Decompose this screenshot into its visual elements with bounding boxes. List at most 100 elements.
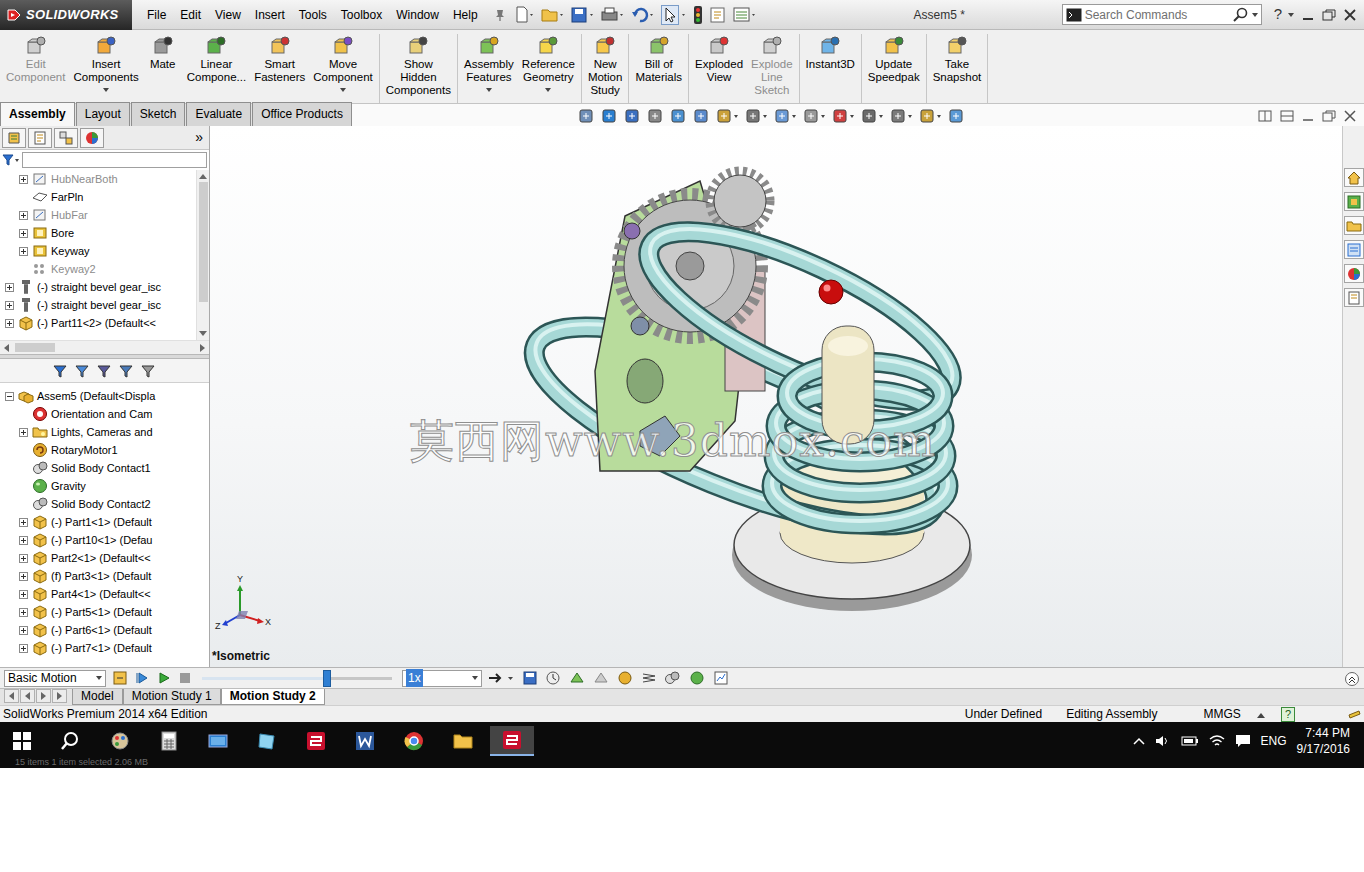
tree-item[interactable]: (-) Part6<1> (Default (0, 621, 209, 639)
speaker-icon[interactable] (1155, 734, 1171, 748)
expand-toggle[interactable] (19, 590, 28, 599)
file-properties-icon[interactable] (709, 6, 727, 24)
tree-item[interactable]: Solid Body Contact2 (0, 495, 209, 513)
section-view-icon[interactable] (693, 108, 711, 124)
tree-item[interactable]: (-) Part1<1> (Default (0, 513, 209, 531)
expand-toggle[interactable] (19, 175, 28, 184)
menu-item[interactable]: Insert (248, 6, 292, 24)
study-tab[interactable]: Motion Study 2 (221, 689, 325, 705)
zoom-icon[interactable] (647, 108, 665, 124)
play-from-start-icon[interactable] (134, 670, 150, 686)
property-manager-tab[interactable] (28, 128, 52, 148)
ribbon-button[interactable]: ReferenceGeometry (518, 34, 579, 103)
custom-properties-tab[interactable] (1344, 288, 1364, 307)
animation-wizard-icon[interactable] (544, 670, 562, 686)
appearance-icon[interactable] (832, 108, 856, 124)
spring-icon[interactable] (640, 670, 658, 686)
new-document-icon[interactable] (513, 6, 535, 24)
appearances-tab[interactable] (1344, 264, 1364, 283)
slider-thumb[interactable] (323, 670, 331, 687)
playback-mode-icon[interactable] (488, 671, 516, 685)
expand-toggle[interactable] (19, 572, 28, 581)
realview-icon[interactable] (919, 108, 943, 124)
dropdown-arrow[interactable] (486, 88, 492, 92)
unit-system[interactable]: MMGS (1204, 705, 1241, 723)
filter-clear-icon[interactable] (140, 363, 158, 379)
expand-toggle[interactable] (19, 626, 28, 635)
tree-item[interactable]: Part4<1> (Default<< (0, 585, 209, 603)
expand-toggle[interactable] (5, 392, 14, 401)
rebuild-icon[interactable] (693, 5, 703, 25)
ribbon-button[interactable]: TakeSnapshot (929, 34, 986, 103)
tree-item[interactable]: FarPln (0, 188, 196, 206)
collapse-motion-manager[interactable] (1344, 669, 1360, 687)
ribbon-button[interactable]: Bill ofMaterials (631, 34, 686, 103)
tree-item[interactable]: (-) straight bevel gear_isc (0, 278, 196, 296)
tree-item[interactable]: HubFar (0, 206, 196, 224)
ribbon-button[interactable]: ExplodedView (691, 34, 747, 103)
show-hidden-icons-icon[interactable] (1133, 736, 1145, 746)
expand-toggle[interactable] (5, 283, 14, 292)
filter-settings-icon[interactable] (96, 363, 114, 379)
search-input[interactable] (1085, 6, 1230, 24)
resources-tab[interactable] (1344, 192, 1364, 211)
expand-toggle[interactable] (19, 211, 28, 220)
minimize-icon[interactable] (1302, 9, 1314, 21)
play-icon[interactable] (156, 670, 172, 686)
last-tab-button[interactable] (52, 689, 67, 703)
menu-item[interactable]: Window (389, 6, 446, 24)
magnifier-icon[interactable] (1233, 7, 1249, 23)
pin-icon[interactable] (493, 8, 507, 22)
previous-view-icon[interactable] (670, 108, 688, 124)
zoom-to-fit-icon[interactable] (578, 108, 596, 124)
expand-toggle[interactable] (5, 301, 14, 310)
search-dropdown[interactable] (1252, 13, 1258, 17)
ribbon-button[interactable]: NewMotionStudy (584, 34, 627, 103)
expand-toggle[interactable] (19, 247, 28, 256)
motor-icon[interactable] (616, 670, 634, 686)
tree-item[interactable]: (-) straight bevel gear_isc (0, 296, 196, 314)
wifi-icon[interactable] (1209, 734, 1225, 748)
tree-item[interactable]: Solid Body Contact1 (0, 459, 209, 477)
dropdown-arrow[interactable] (340, 88, 346, 92)
dynamic-annotation-icon[interactable] (716, 108, 740, 124)
tree-item[interactable]: (f) Part3<1> (Default (0, 567, 209, 585)
dropdown-arrow[interactable] (103, 88, 109, 92)
print-icon[interactable] (601, 6, 625, 24)
ribbon-button[interactable]: MoveComponent (309, 34, 376, 103)
search-button[interactable] (49, 726, 93, 756)
restore-icon[interactable] (1322, 9, 1336, 21)
expand-toggle[interactable] (5, 319, 14, 328)
ribbon-button[interactable]: Mate (143, 34, 183, 103)
menu-item[interactable]: View (208, 6, 248, 24)
app-logo[interactable]: SOLIDWORKS (0, 0, 132, 30)
menu-item[interactable]: Tools (292, 6, 334, 24)
search-box[interactable] (1062, 4, 1262, 25)
tree-item[interactable]: RotaryMotor1 (0, 441, 209, 459)
home-tab[interactable] (1344, 168, 1364, 187)
tree-item[interactable]: Orientation and Cam (0, 405, 209, 423)
file-explorer-tab[interactable] (1344, 240, 1364, 259)
ribbon-tab[interactable]: Evaluate (186, 102, 251, 126)
horizontal-scrollbar[interactable] (0, 340, 209, 354)
previous-tab-button[interactable] (20, 689, 35, 703)
ribbon-button[interactable]: InsertComponents (69, 34, 142, 103)
tree-item[interactable]: Keyway2 (0, 260, 196, 278)
autokey-icon[interactable] (568, 670, 586, 686)
add-key-icon[interactable] (592, 670, 610, 686)
study-tab[interactable]: Motion Study 1 (123, 689, 221, 705)
tree-item[interactable]: (-) Part7<1> (Default (0, 639, 209, 657)
ribbon-tab[interactable]: Layout (76, 102, 130, 126)
notes-app[interactable] (245, 726, 289, 756)
calculate-icon[interactable] (112, 670, 128, 686)
timeline-slider[interactable] (202, 677, 392, 680)
study-tab[interactable]: Model (72, 689, 123, 705)
start-button[interactable] (0, 726, 44, 756)
playback-speed-select[interactable]: 1x (402, 670, 482, 687)
view-settings-icon[interactable] (890, 108, 914, 124)
results-icon[interactable] (712, 670, 730, 686)
ribbon-button[interactable]: Instant3D (802, 34, 859, 103)
ribbon-tab[interactable]: Office Products (252, 102, 352, 126)
design-library-tab[interactable] (1344, 216, 1364, 235)
unit-menu-arrow[interactable] (1257, 705, 1265, 723)
